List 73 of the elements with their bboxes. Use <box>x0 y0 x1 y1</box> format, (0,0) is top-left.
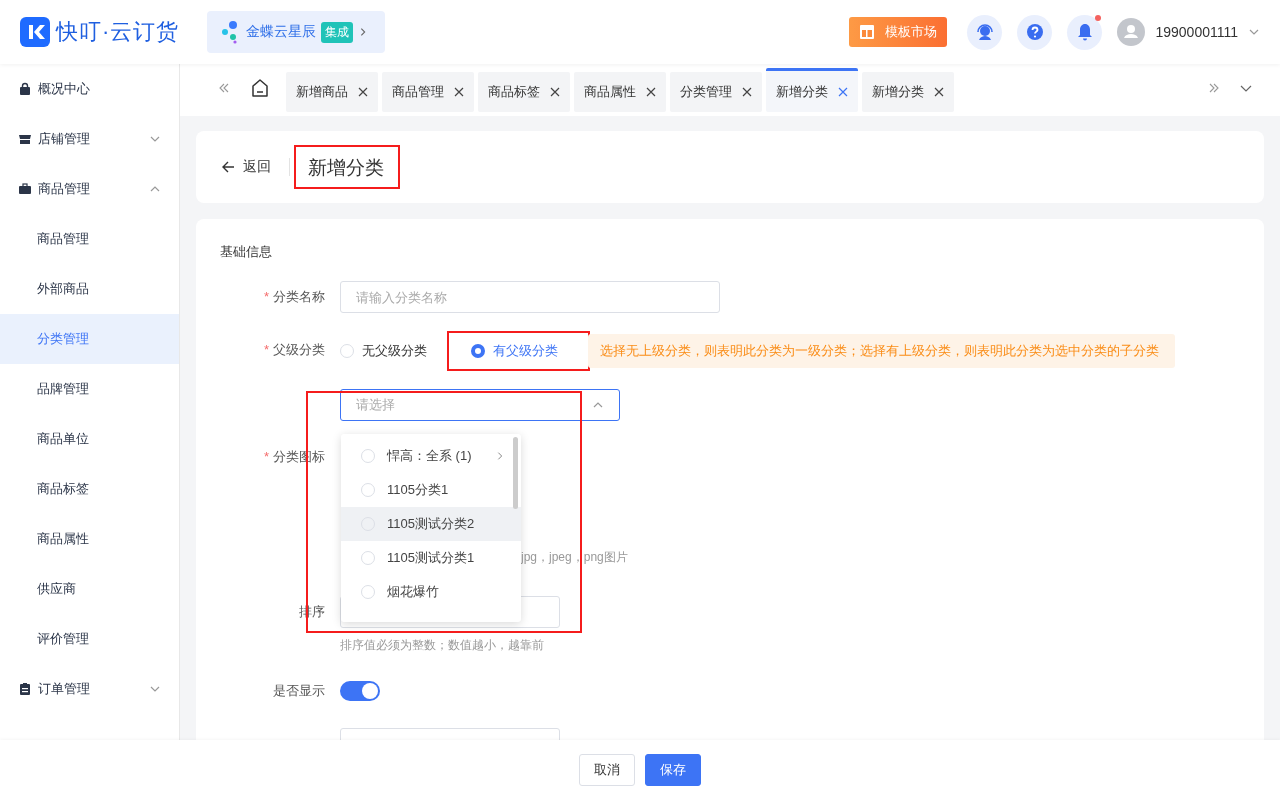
double-chevron-right-icon[interactable] <box>1208 82 1220 94</box>
sidebar-subitem[interactable]: 商品标签 <box>0 464 179 514</box>
briefcase-icon <box>18 182 32 196</box>
shop-icon <box>18 132 32 146</box>
dropdown-option[interactable]: 1105分类1 <box>341 473 521 507</box>
required-mark: * <box>263 342 269 357</box>
sort-hint: 排序值必须为整数；数值越小，越靠前 <box>340 637 544 654</box>
dropdown-option[interactable]: 1105测试分类1 <box>341 541 521 575</box>
required-mark: * <box>263 449 269 464</box>
scrollbar-thumb <box>513 437 518 509</box>
sidebar-subitem[interactable]: 评价管理 <box>0 614 179 664</box>
name-input[interactable]: 请输入分类名称 <box>340 281 720 313</box>
hint-banner: 选择无上级分类，则表明此分类为一级分类；选择有上级分类，则表明此分类为选中分类的子分类 <box>588 334 1175 368</box>
bag-icon <box>18 82 32 96</box>
double-chevron-left-icon[interactable] <box>218 82 230 94</box>
display-toggle[interactable] <box>340 681 380 701</box>
close-icon[interactable] <box>646 87 656 97</box>
radio-option[interactable]: 无父级分类 <box>340 333 443 369</box>
integration-tag: 集成 <box>321 21 354 43</box>
notifications-button[interactable] <box>1067 14 1103 50</box>
required-mark: * <box>263 289 269 304</box>
sidebar-item[interactable]: 概况中心 <box>0 64 179 114</box>
tab[interactable]: 新增商品 <box>286 72 378 112</box>
section-title: 基础信息 <box>220 243 273 261</box>
avatar-icon <box>1117 18 1146 46</box>
tab[interactable]: 新增分类 <box>862 72 954 112</box>
page-title: 新增分类 <box>294 145 400 189</box>
sidebar-subitem[interactable]: 商品单位 <box>0 414 179 464</box>
home-icon[interactable] <box>250 78 270 98</box>
user-menu[interactable]: 19900001111 <box>1117 18 1260 46</box>
support-button[interactable] <box>967 14 1003 50</box>
help-icon <box>1024 22 1045 42</box>
sidebar-subitem[interactable]: 商品管理 <box>0 214 179 264</box>
tab[interactable]: 分类管理 <box>670 72 762 112</box>
close-icon[interactable] <box>934 87 944 97</box>
logo-icon <box>20 17 50 47</box>
sidebar-item[interactable]: 商品管理 <box>0 164 179 214</box>
sidebar-subitem[interactable]: 品牌管理 <box>0 364 179 414</box>
sidebar-subitem[interactable]: 供应商 <box>0 564 179 614</box>
close-icon[interactable] <box>454 87 464 97</box>
sidebar-subitem[interactable]: 分类管理 <box>0 314 179 364</box>
field-label: 父级分类 <box>273 342 325 357</box>
upload-hint: jpg，jpeg，png图片 <box>521 549 628 566</box>
sidebar-item[interactable]: 店铺管理 <box>0 114 179 164</box>
app-logo-text: 快叮·云订货 <box>56 18 180 46</box>
radio-option[interactable]: 有父级分类 <box>449 333 588 369</box>
tab[interactable]: 商品标签 <box>478 72 570 112</box>
close-icon[interactable] <box>742 87 752 97</box>
headset-icon <box>974 22 995 42</box>
sidebar-item[interactable]: 订单管理 <box>0 664 179 714</box>
integration-name: 金蝶云星辰 <box>246 23 317 41</box>
close-icon[interactable] <box>358 87 368 97</box>
chevron-right-icon <box>495 451 505 461</box>
arrow-left-icon <box>221 160 235 174</box>
dropdown-option[interactable]: 1105测试分类2 <box>341 507 521 541</box>
layout-icon <box>859 24 876 40</box>
field-label: 是否显示 <box>273 683 325 698</box>
save-button[interactable]: 保存 <box>645 754 701 786</box>
close-icon[interactable] <box>838 86 848 97</box>
cancel-button[interactable]: 取消 <box>579 754 635 786</box>
back-link[interactable]: 返回 <box>221 158 271 176</box>
help-button[interactable] <box>1017 14 1053 50</box>
dropdown-option[interactable]: 悍高：全系 (1) <box>341 439 521 473</box>
sidebar-subitem[interactable]: 外部商品 <box>0 264 179 314</box>
close-icon[interactable] <box>550 87 560 97</box>
tab[interactable]: 商品管理 <box>382 72 474 112</box>
tab[interactable]: 商品属性 <box>574 72 666 112</box>
tab[interactable]: 新增分类 <box>766 68 858 112</box>
integration-banner[interactable]: 金蝶云星辰 集成 <box>207 11 386 53</box>
clipboard-icon <box>18 682 32 696</box>
dropdown-option[interactable]: 烟花爆竹 <box>341 575 521 609</box>
field-label: 分类名称 <box>273 289 325 304</box>
sidebar-subitem[interactable]: 商品属性 <box>0 514 179 564</box>
